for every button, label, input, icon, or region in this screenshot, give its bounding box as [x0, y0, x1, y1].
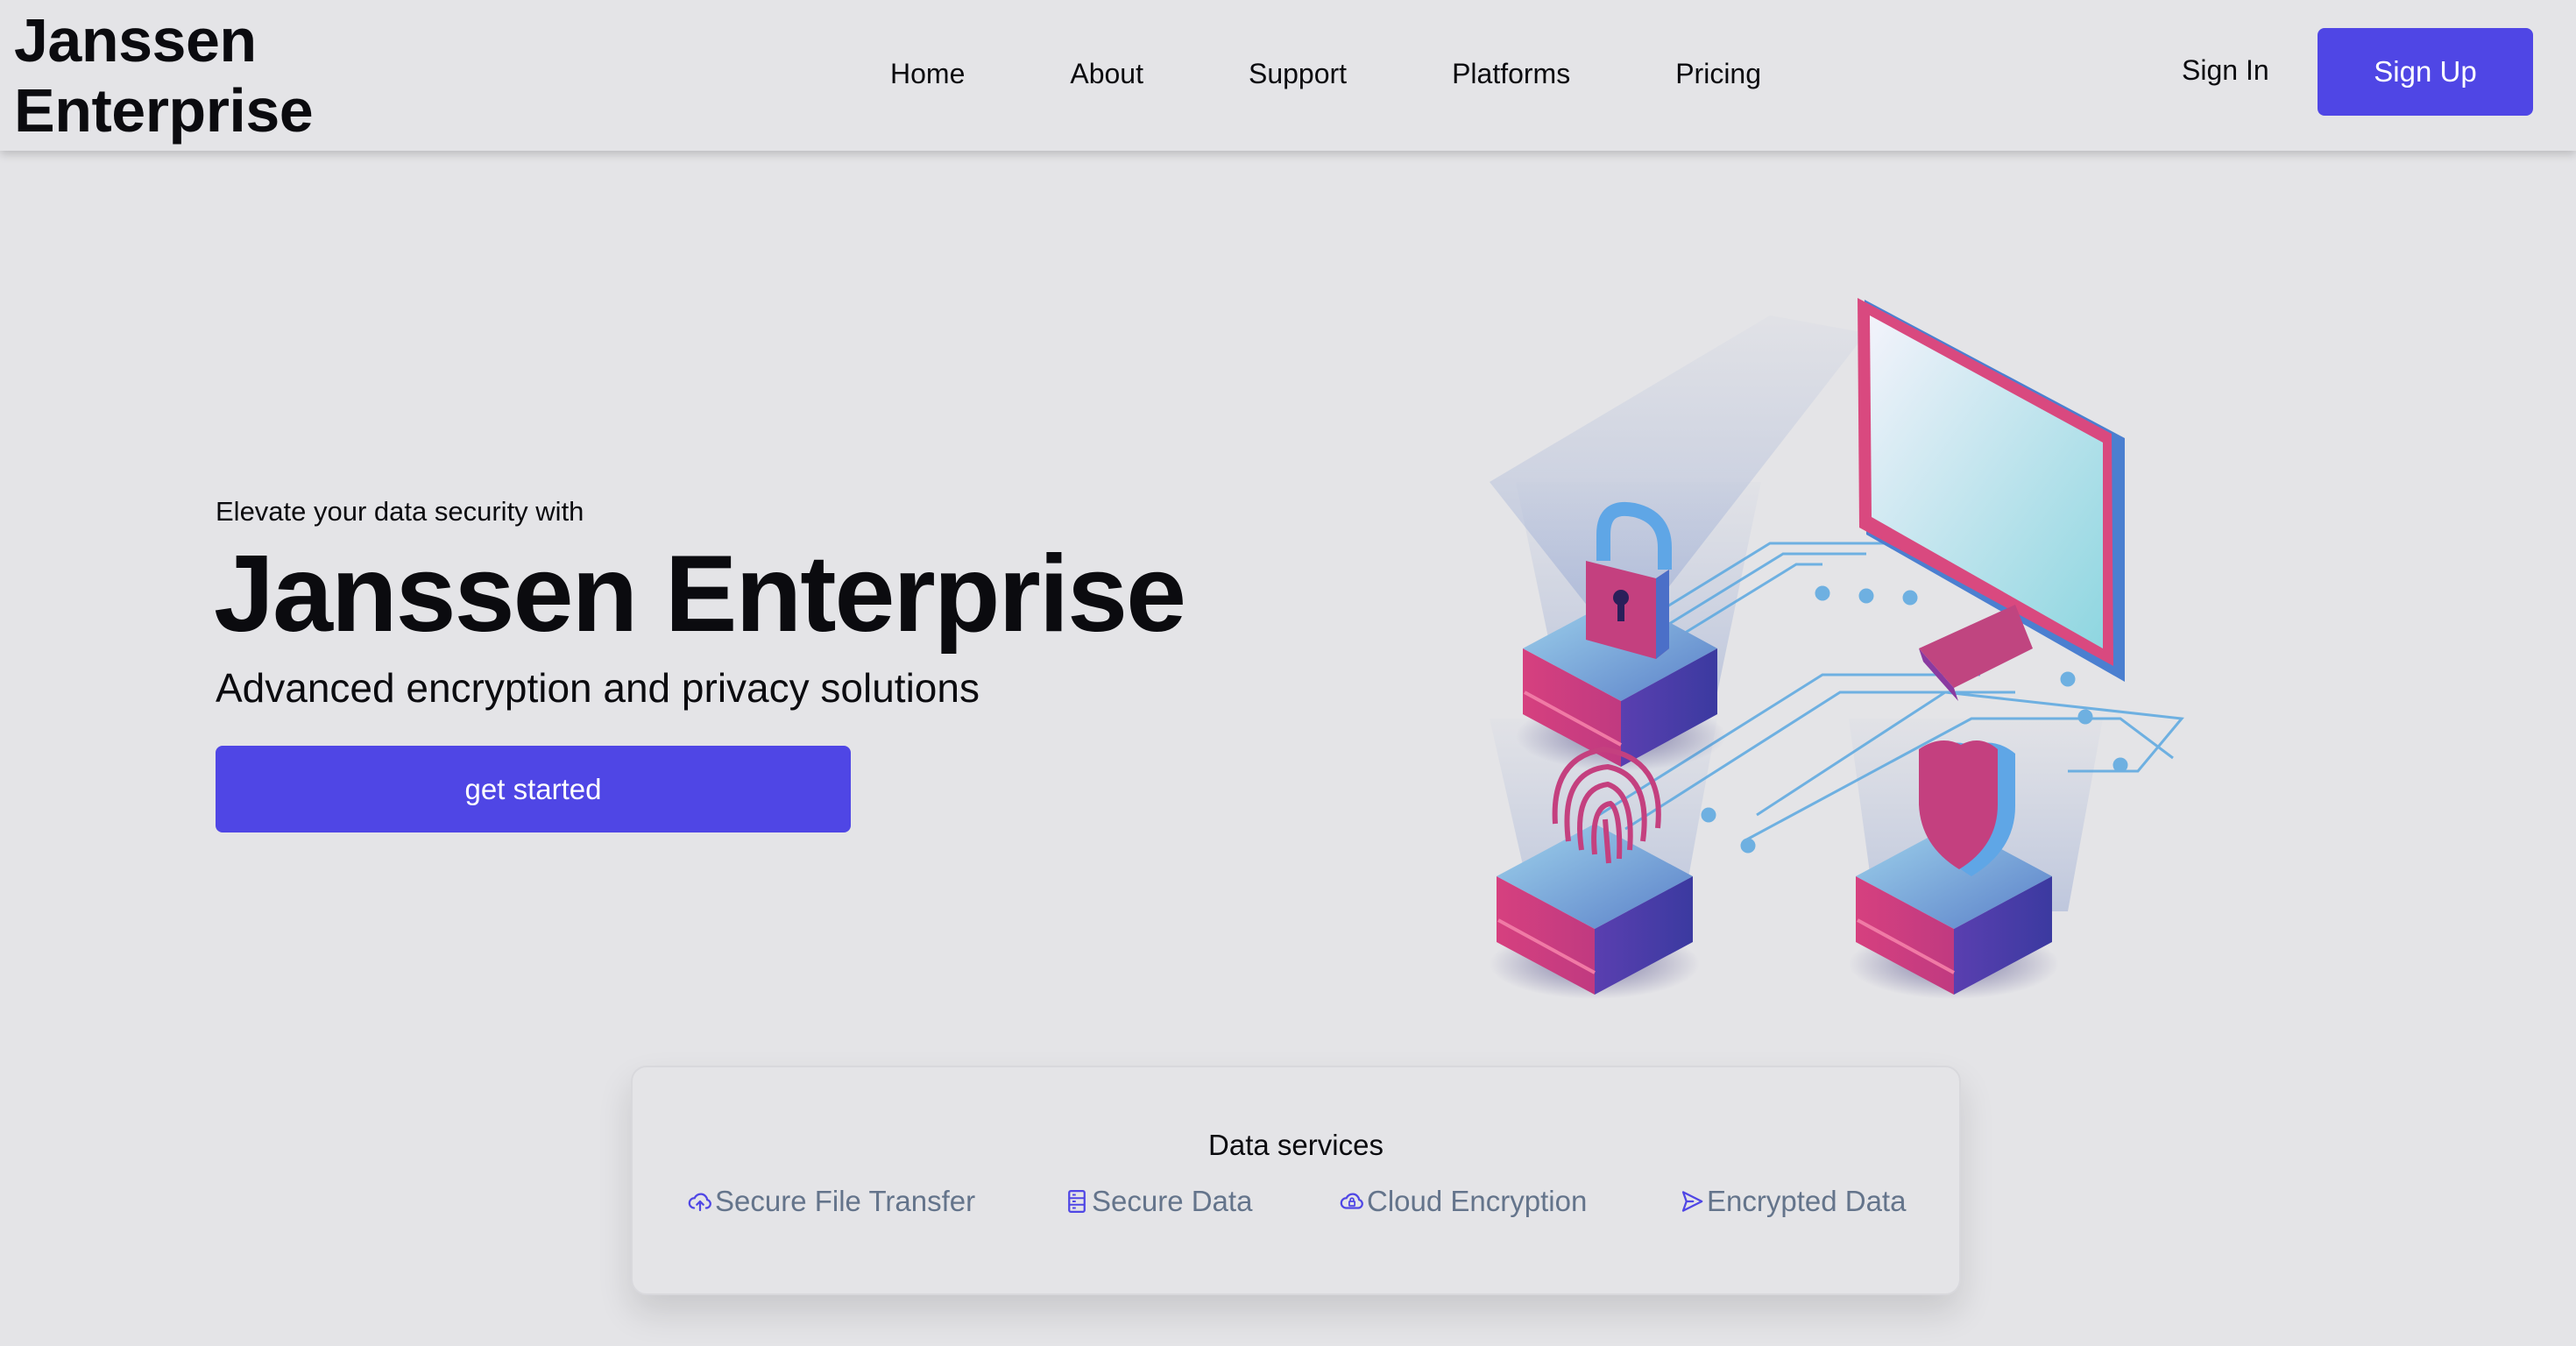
service-label: Encrypted Data [1707, 1185, 1907, 1217]
main-nav: Home About Support Platforms Pricing [890, 0, 1866, 147]
send-icon [1681, 1191, 1703, 1212]
nav-home[interactable]: Home [890, 58, 965, 90]
hero-subtitle: Advanced encryption and privacy solution… [216, 665, 980, 711]
service-label: Secure Data [1092, 1185, 1253, 1217]
sign-in-link[interactable]: Sign In [2182, 54, 2269, 87]
service-label: Cloud Encryption [1367, 1185, 1588, 1217]
server-icon [1068, 1190, 1086, 1213]
nav-about[interactable]: About [1070, 58, 1143, 90]
hero-eyebrow: Elevate your data security with [216, 496, 584, 527]
hero-title: Janssen Enterprise [214, 534, 1186, 655]
security-illustration [1490, 298, 2184, 999]
sign-up-button[interactable]: Sign Up [2318, 28, 2533, 116]
nav-support[interactable]: Support [1249, 58, 1347, 90]
cloud-lock-icon [1340, 1193, 1363, 1209]
service-encrypted-data[interactable]: Encrypted Data [1679, 1185, 1906, 1218]
service-cloud-encryption[interactable]: Cloud Encryption [1339, 1185, 1587, 1218]
cloud-upload-icon [688, 1193, 711, 1212]
data-services-card: Data services Secure File Transfer Secur… [631, 1066, 1961, 1295]
get-started-button[interactable]: get started [216, 746, 851, 832]
services-title: Data services [1208, 1129, 1384, 1161]
brand-logo[interactable]: Janssen Enterprise [14, 5, 314, 145]
service-secure-file-transfer[interactable]: Secure File Transfer [687, 1185, 975, 1218]
site-header: Janssen Enterprise Home About Support Pl… [0, 0, 2576, 151]
service-label: Secure File Transfer [715, 1185, 976, 1217]
nav-pricing[interactable]: Pricing [1675, 58, 1761, 90]
monitor-icon [1858, 298, 2125, 701]
nav-platforms[interactable]: Platforms [1452, 58, 1570, 90]
service-secure-data[interactable]: Secure Data [1064, 1185, 1252, 1218]
